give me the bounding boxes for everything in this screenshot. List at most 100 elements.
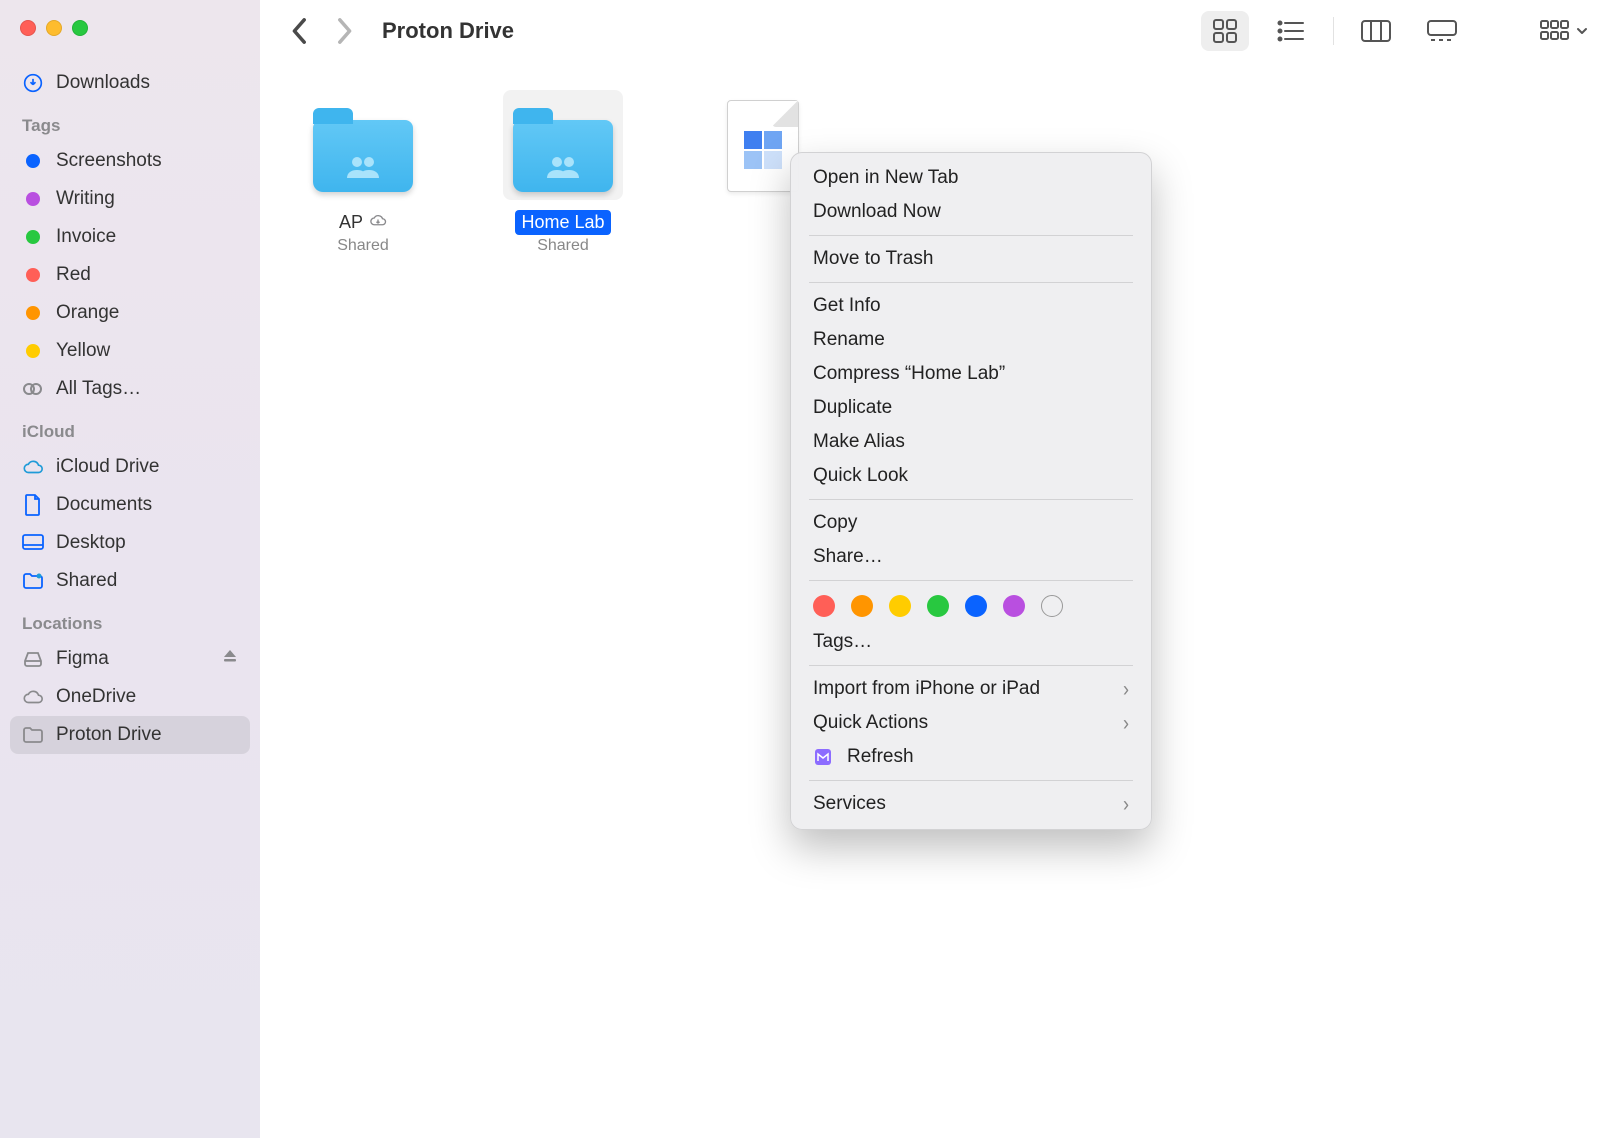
tag-color-swatch[interactable] [965,595,987,617]
list-view-button[interactable] [1267,11,1315,51]
context-menu-item[interactable]: Tags… [791,625,1151,659]
group-by-button[interactable] [1540,20,1588,42]
shared-folder-icon [313,120,413,192]
sidebar-item-onedrive[interactable]: OneDrive [10,678,250,716]
context-menu-item[interactable]: Refresh [791,740,1151,774]
shared-folder-icon [22,572,44,590]
context-menu-item[interactable]: Make Alias [791,425,1151,459]
context-menu-divider [809,235,1133,236]
document-file-icon [727,100,799,192]
tag-dot-icon [22,344,44,358]
sidebar-tag-item[interactable]: Red [10,256,250,294]
tag-dot-icon [22,306,44,320]
context-menu-divider [809,282,1133,283]
context-menu-item[interactable]: Copy [791,506,1151,540]
sidebar-all-tags-label: All Tags… [56,378,238,400]
context-menu-item[interactable]: Share… [791,540,1151,574]
context-menu-divider [809,665,1133,666]
context-menu-label: Share… [813,546,883,568]
context-menu-divider [809,780,1133,781]
sidebar-item-icloud-drive[interactable]: iCloud Drive [10,448,250,486]
sidebar-item-documents[interactable]: Documents [10,486,250,524]
zoom-window-button[interactable] [72,20,88,36]
sidebar-tag-item[interactable]: Screenshots [10,142,250,180]
sidebar-header-icloud: iCloud [10,408,250,448]
context-menu-label: Import from iPhone or iPad [813,678,1040,700]
column-view-button[interactable] [1352,11,1400,51]
context-menu-item[interactable]: Quick Actions› [791,706,1151,740]
context-menu-item[interactable]: Services› [791,787,1151,821]
sidebar-item-label: Shared [56,570,238,592]
context-menu-item[interactable]: Duplicate [791,391,1151,425]
tag-color-swatch[interactable] [1003,595,1025,617]
cloud-icon [22,459,44,475]
sidebar-tag-item[interactable]: Writing [10,180,250,218]
context-menu-label: Compress “Home Lab” [813,363,1005,385]
context-menu-item[interactable]: Quick Look [791,459,1151,493]
sidebar-item-label: Downloads [56,72,238,94]
nav-forward-button[interactable] [328,15,360,47]
download-circle-icon [22,73,44,93]
tag-color-swatch[interactable] [889,595,911,617]
context-menu-label: Duplicate [813,397,892,419]
context-menu-item[interactable]: Get Info [791,289,1151,323]
all-tags-icon [22,382,44,396]
item-name [757,210,769,214]
main-content: Proton Drive [260,0,1612,1138]
sidebar-item-proton-drive[interactable]: Proton Drive [10,716,250,754]
tag-color-swatch[interactable] [813,595,835,617]
context-menu-label: Download Now [813,201,941,223]
file-item[interactable]: APShared [298,90,428,255]
context-menu-label: Quick Look [813,465,908,487]
context-menu: Open in New Tab Download Now Move to Trash… [790,152,1152,830]
item-name: Home Lab [515,210,610,235]
disk-icon [22,651,44,667]
close-window-button[interactable] [20,20,36,36]
context-menu-item[interactable]: Import from iPhone or iPad › [791,672,1151,706]
context-menu-label: Copy [813,512,857,534]
context-menu-label: Quick Actions [813,712,928,734]
tag-dot-icon [22,154,44,168]
context-menu-label: Refresh [847,746,914,768]
toolbar-divider [1333,17,1334,45]
tag-dot-icon [22,268,44,282]
view-mode-group [1201,11,1466,51]
eject-icon[interactable] [222,648,238,670]
tag-color-swatch[interactable] [1041,595,1063,617]
item-thumbnail [303,90,423,200]
gallery-view-button[interactable] [1418,11,1466,51]
sidebar-item-label: Red [56,264,238,286]
nav-back-button[interactable] [284,15,316,47]
sidebar-item-figma[interactable]: Figma [10,640,250,678]
finder-window: Downloads Tags Screenshots WritingInvoice… [0,0,1612,1138]
icon-view-button[interactable] [1201,11,1249,51]
chevron-right-icon: › [1123,676,1129,701]
context-menu-item[interactable]: Download Now [791,195,1151,229]
sidebar-tag-item[interactable]: Yellow [10,332,250,370]
sidebar-item-label: iCloud Drive [56,456,238,478]
sidebar-tag-item[interactable]: Orange [10,294,250,332]
sidebar-item-label: Desktop [56,532,238,554]
sidebar-header-tags: Tags [10,102,250,142]
context-menu-label: Rename [813,329,885,351]
context-menu-item[interactable]: Rename [791,323,1151,357]
sidebar-tag-item[interactable]: Invoice [10,218,250,256]
sidebar-item-all-tags[interactable]: All Tags… [10,370,250,408]
minimize-window-button[interactable] [46,20,62,36]
sidebar-item-label: Yellow [56,340,238,362]
sidebar-item-shared[interactable]: Shared [10,562,250,600]
item-name: AP [333,210,393,235]
tag-dot-icon [22,192,44,206]
window-traffic-lights [20,20,250,36]
sidebar-item-downloads[interactable]: Downloads [10,64,250,102]
tag-color-swatch[interactable] [851,595,873,617]
sidebar-item-label: Screenshots [56,150,238,172]
file-item[interactable]: Home LabShared [498,90,628,255]
context-menu-item[interactable]: Compress “Home Lab” [791,357,1151,391]
context-menu-item[interactable]: Move to Trash [791,242,1151,276]
context-menu-item[interactable]: Open in New Tab [791,161,1151,195]
tag-color-swatch[interactable] [927,595,949,617]
chevron-right-icon: › [1123,791,1129,816]
context-menu-divider [809,499,1133,500]
sidebar-item-desktop[interactable]: Desktop [10,524,250,562]
